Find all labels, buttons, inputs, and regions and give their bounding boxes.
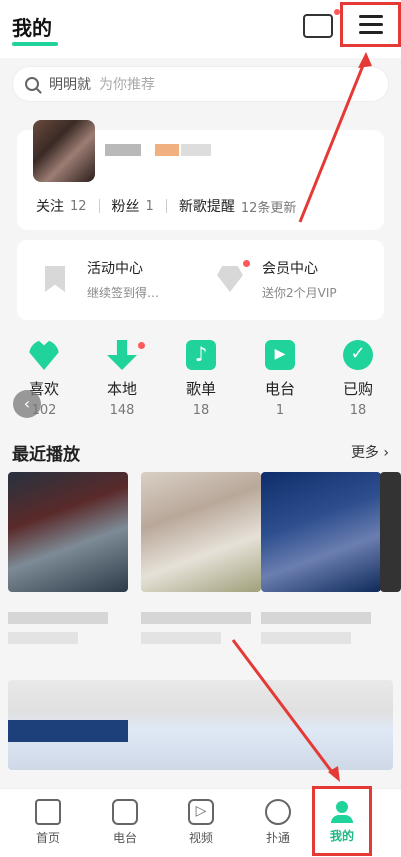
annotation-arrows	[231, 52, 372, 782]
arrow-line	[298, 57, 368, 223]
arrow-line	[231, 639, 337, 777]
arrow-head	[358, 52, 372, 68]
